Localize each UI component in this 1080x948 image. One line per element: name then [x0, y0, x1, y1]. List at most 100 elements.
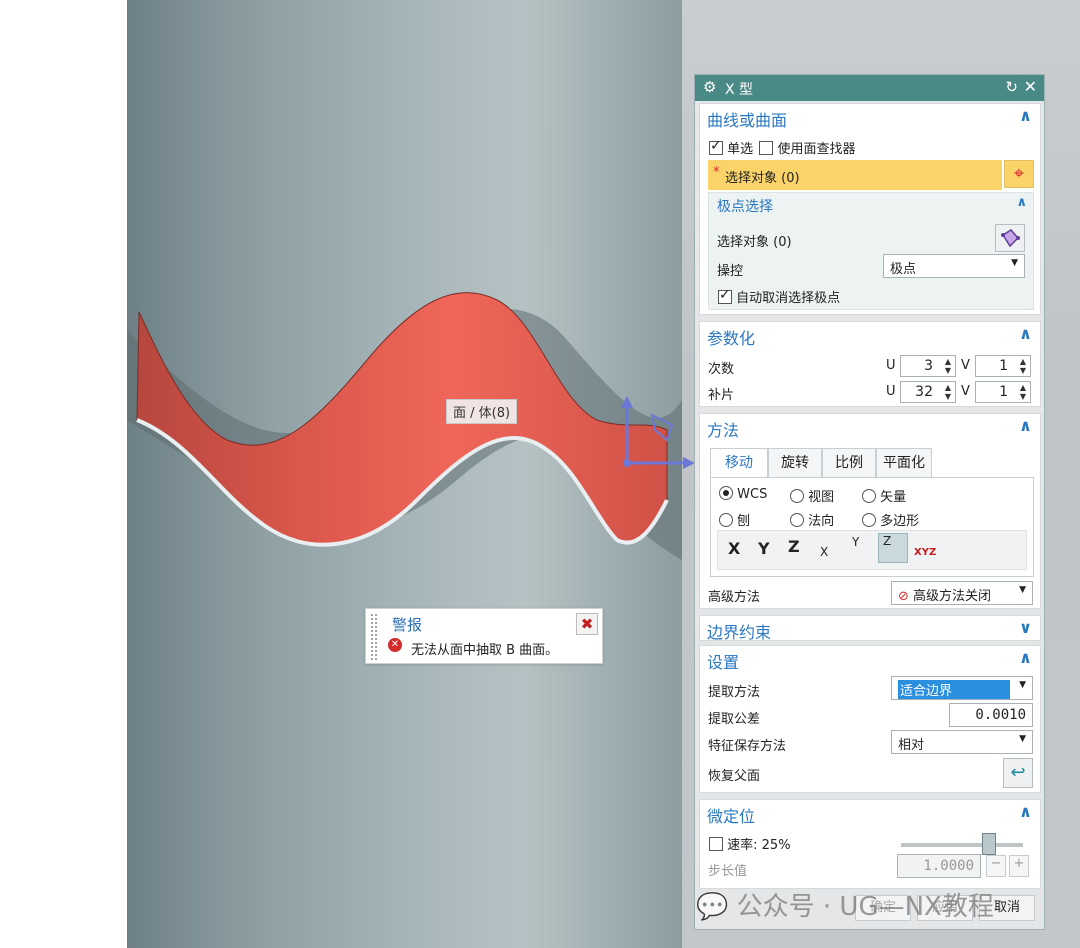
- alert-title: 警报: [392, 616, 423, 634]
- v-label: V: [961, 358, 970, 373]
- group-boundary-constraint: 边界约束 ∨: [699, 615, 1041, 642]
- spin-arrows-icon[interactable]: ▲ ▼: [1020, 357, 1026, 375]
- restore-parent-label: 恢复父面: [708, 769, 761, 784]
- pole-select-button[interactable]: [995, 224, 1025, 252]
- dropdown-arrow-icon: ▼: [1019, 585, 1026, 595]
- radio-button[interactable]: [862, 513, 876, 527]
- xz-plane-y-button[interactable]: Y: [852, 535, 859, 549]
- radio-button[interactable]: [719, 513, 733, 527]
- dropdown-arrow-icon: ▼: [1019, 734, 1026, 744]
- watermark-label: 公众号 · UG—NX教程: [736, 892, 994, 922]
- tab-panel: WCS 视图 矢量 刨 法向 多边形 X Y Z X Y Z XYZ: [710, 477, 1034, 577]
- y-axis-button[interactable]: Y: [758, 539, 770, 558]
- auto-deselect-checkbox[interactable]: [718, 287, 732, 304]
- preserve-method-select[interactable]: 相对 ▼: [891, 730, 1033, 754]
- rate-slider[interactable]: [901, 833, 1023, 855]
- yz-plane-x-button[interactable]: X: [820, 545, 828, 559]
- close-icon[interactable]: ✕: [1024, 77, 1037, 96]
- axis-toolbar: X Y Z X Y Z XYZ: [717, 530, 1027, 570]
- radio-button[interactable]: [862, 489, 876, 503]
- radio-plane[interactable]: 刨: [719, 510, 750, 529]
- chevron-up-icon[interactable]: ∧: [1019, 802, 1032, 821]
- group-title: 设置: [707, 653, 740, 672]
- chevron-up-icon[interactable]: ∧: [1019, 416, 1032, 435]
- return-arrow-icon: ↩: [1010, 762, 1026, 783]
- rate-checkbox[interactable]: [709, 837, 723, 851]
- radio-polygon[interactable]: 多边形: [862, 510, 919, 529]
- radio-label: 矢量: [880, 490, 907, 505]
- degree-u-spinner[interactable]: 3 ▲ ▼: [900, 355, 956, 377]
- advanced-method-select[interactable]: ⊘ 高级方法关闭 ▼: [891, 581, 1033, 605]
- preserve-method-label: 特征保存方法: [708, 739, 787, 754]
- extract-method-select[interactable]: 适合边界 ▼: [891, 676, 1033, 700]
- drag-grip-icon[interactable]: [370, 613, 378, 661]
- xyz-button[interactable]: XYZ: [914, 547, 936, 558]
- group-header[interactable]: 方法 ∧: [700, 414, 1040, 440]
- group-title: 曲线或曲面: [707, 111, 788, 130]
- spin-arrows-icon[interactable]: ▲ ▼: [945, 357, 951, 375]
- chevron-up-icon[interactable]: ∧: [1019, 324, 1032, 343]
- group-header[interactable]: 边界约束 ∨: [700, 616, 1040, 642]
- auto-deselect-option[interactable]: 自动取消选择极点: [718, 287, 840, 306]
- group-curve-surface: 曲线或曲面 ∧ 单选 使用面查找器 * 选择对象 (0) ⌖ 极点选择 ∧ 选择…: [699, 103, 1041, 315]
- control-select[interactable]: 极点 ▼: [883, 254, 1025, 278]
- group-settings: 设置 ∧ 提取方法 适合边界 ▼ 提取公差 0.0010 特征保存方法 相对 ▼…: [699, 645, 1041, 793]
- spin-arrows-icon[interactable]: ▲ ▼: [945, 383, 951, 401]
- step-value: 1.0000: [923, 858, 974, 874]
- slider-thumb[interactable]: [982, 833, 996, 855]
- radio-wcs[interactable]: WCS: [719, 486, 767, 502]
- group-header[interactable]: 参数化 ∧: [700, 322, 1040, 348]
- patch-u-spinner[interactable]: 32 ▲ ▼: [900, 381, 956, 403]
- z-axis-button[interactable]: Z: [788, 537, 800, 556]
- radio-button[interactable]: [790, 513, 804, 527]
- degree-v-value: 1: [999, 358, 1008, 374]
- x-form-dialog: ⚙ X 型 ↻ ✕ 曲线或曲面 ∧ 单选 使用面查找器 * 选择对象 (0) ⌖…: [694, 74, 1045, 930]
- spin-arrows-icon[interactable]: ▲ ▼: [1020, 383, 1026, 401]
- tolerance-input[interactable]: 0.0010: [949, 703, 1033, 727]
- dialog-titlebar[interactable]: ⚙ X 型 ↻ ✕: [695, 75, 1044, 101]
- preserve-method-value: 相对: [898, 738, 925, 753]
- group-header[interactable]: 设置 ∧: [700, 646, 1040, 672]
- degree-u-value: 3: [924, 358, 933, 374]
- manip-origin[interactable]: [623, 459, 631, 467]
- patch-v-spinner[interactable]: 1 ▲ ▼: [975, 381, 1031, 403]
- chevron-up-icon[interactable]: ∧: [1019, 648, 1032, 667]
- tab-scale[interactable]: 比例: [822, 448, 876, 478]
- tab-move[interactable]: 移动: [710, 448, 768, 478]
- chevron-down-icon[interactable]: ∨: [1019, 618, 1032, 637]
- radio-normal[interactable]: 法向: [790, 510, 834, 529]
- chevron-up-icon[interactable]: ∧: [1019, 106, 1032, 125]
- radio-vector[interactable]: 矢量: [862, 486, 906, 505]
- single-select-label: 单选: [727, 142, 754, 157]
- dropdown-arrow-icon: ▼: [1019, 680, 1026, 690]
- crosshair-select-button[interactable]: ⌖: [1004, 160, 1034, 188]
- degree-v-spinner[interactable]: 1 ▲ ▼: [975, 355, 1031, 377]
- radio-button[interactable]: [719, 486, 733, 500]
- step-input: 1.0000: [897, 854, 981, 878]
- tolerance-value: 0.0010: [975, 707, 1026, 723]
- tab-planarize[interactable]: 平面化: [876, 448, 932, 478]
- pole-subgroup-title: 极点选择: [717, 199, 773, 215]
- face-finder-checkbox[interactable]: [759, 141, 774, 155]
- face-finder-label: 使用面查找器: [777, 142, 856, 157]
- group-header[interactable]: 微定位 ∧: [700, 800, 1040, 826]
- x-axis-button[interactable]: X: [728, 539, 740, 558]
- chevron-up-icon[interactable]: ∧: [1016, 195, 1027, 210]
- rate-option[interactable]: 速率: 25%: [709, 834, 791, 853]
- close-icon[interactable]: ✖: [576, 613, 598, 635]
- minus-button[interactable]: −: [986, 855, 1006, 877]
- reset-icon[interactable]: ↻: [1005, 78, 1018, 96]
- radio-button[interactable]: [790, 489, 804, 503]
- plus-button[interactable]: +: [1009, 855, 1029, 877]
- single-select-option[interactable]: 单选 使用面查找器: [709, 138, 855, 157]
- degree-label: 次数: [708, 362, 735, 377]
- group-micro-position: 微定位 ∧ 速率: 25% 步长值 1.0000 − +: [699, 799, 1041, 889]
- select-object-row[interactable]: * 选择对象 (0): [708, 160, 1002, 190]
- restore-parent-button[interactable]: ↩: [1003, 758, 1033, 788]
- group-title: 边界约束: [707, 623, 772, 642]
- single-select-checkbox[interactable]: [709, 138, 723, 155]
- tab-rotate[interactable]: 旋转: [768, 448, 822, 478]
- xy-plane-z-button[interactable]: Z: [878, 533, 908, 563]
- group-header[interactable]: 曲线或曲面 ∧: [700, 104, 1040, 130]
- radio-view[interactable]: 视图: [790, 486, 834, 505]
